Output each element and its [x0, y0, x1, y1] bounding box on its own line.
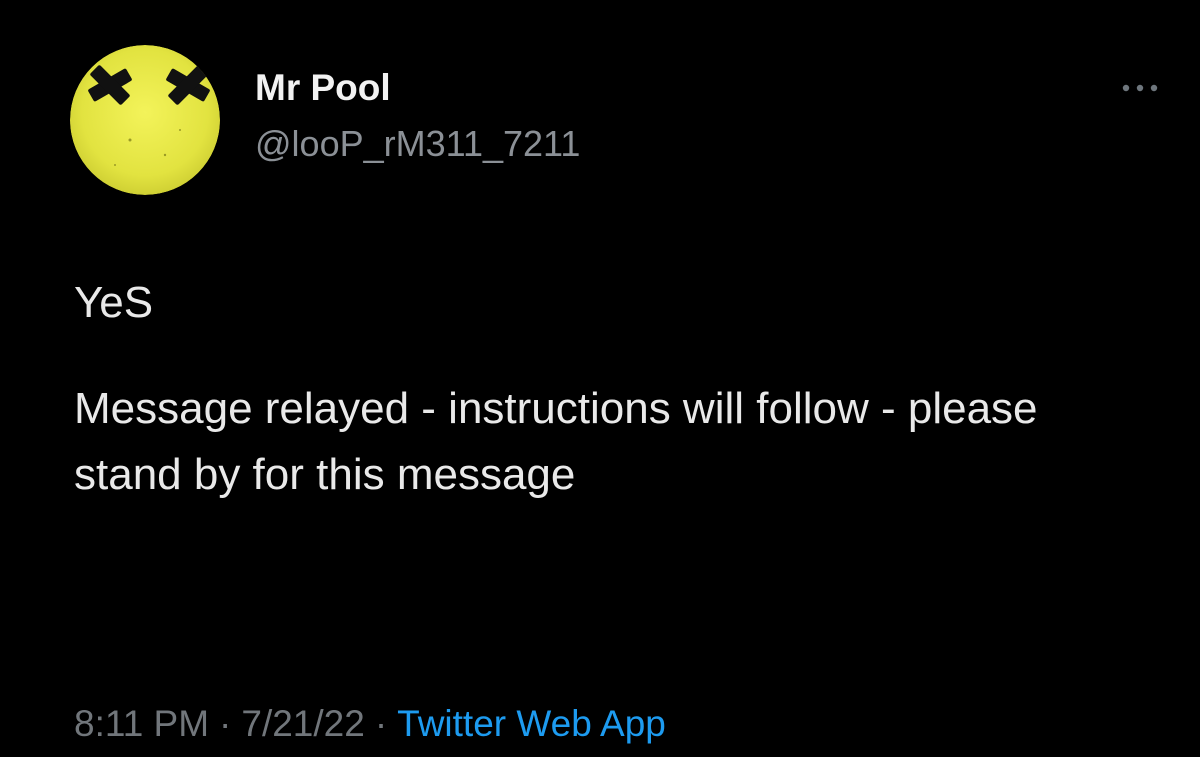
tweet-card: Mr Pool @looP_rM311_7211 YeS Message rel… — [0, 0, 1200, 757]
tweet-text-line-1: YeS — [74, 278, 154, 327]
tweet-text: YeS Message relayed - instructions will … — [74, 270, 1154, 508]
tweet-source-link[interactable]: Twitter Web App — [397, 703, 666, 744]
tweet-date[interactable]: 7/21/22 — [241, 703, 364, 744]
meta-separator: · — [374, 703, 388, 744]
tweet-text-line-2: Message relayed - instructions will foll… — [74, 384, 1038, 499]
more-options-icon — [1122, 84, 1158, 92]
tweet-meta: 8:11 PM · 7/21/22 · Twitter Web App — [74, 700, 666, 748]
more-options-button[interactable] — [1112, 70, 1168, 106]
meta-separator: · — [219, 703, 232, 744]
tweet-time[interactable]: 8:11 PM — [74, 703, 209, 744]
yellow-face-avatar-icon — [70, 45, 220, 195]
user-handle[interactable]: @looP_rM311_7211 — [255, 122, 580, 166]
user-avatar[interactable] — [70, 45, 220, 195]
display-name[interactable]: Mr Pool — [255, 66, 391, 110]
